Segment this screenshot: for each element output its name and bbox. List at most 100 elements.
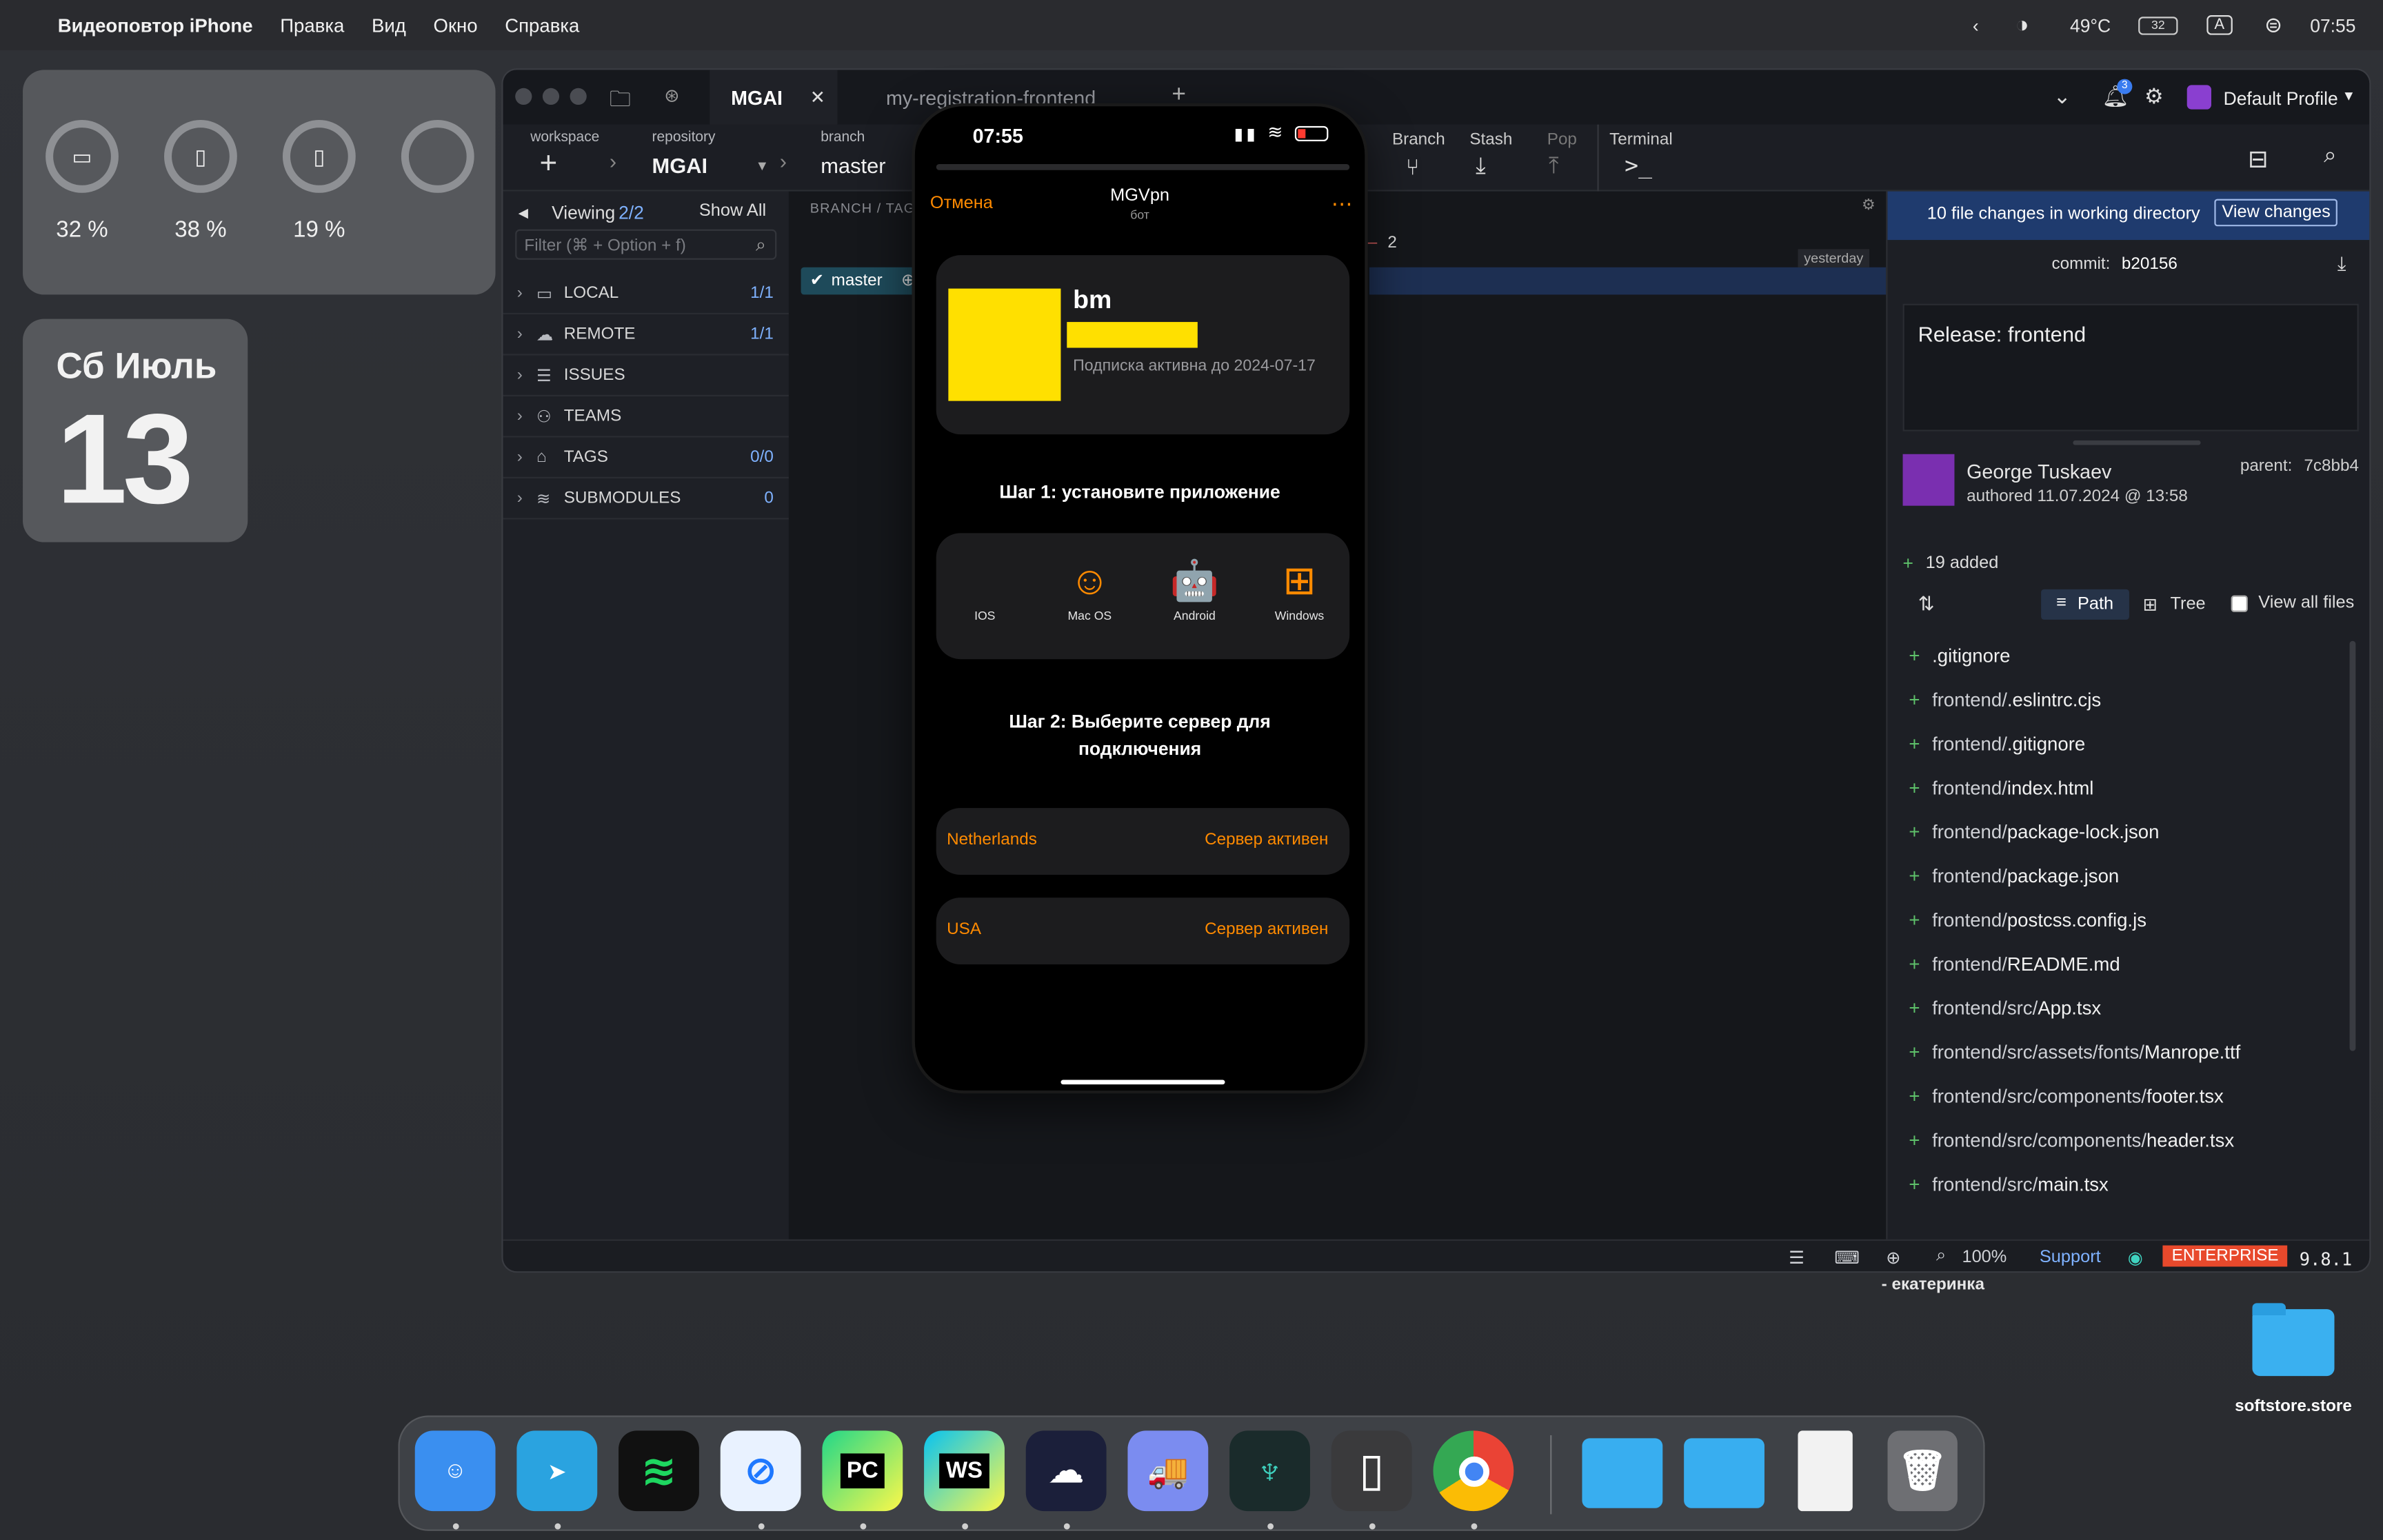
section-tags[interactable]: › ⌂ TAGS 0/0 xyxy=(503,438,789,479)
folder-icon[interactable] xyxy=(2252,1303,2335,1377)
folder-label[interactable]: softstore.store xyxy=(2204,1397,2383,1415)
stash-icon[interactable]: ⤓ xyxy=(1476,154,1486,179)
folder-icon[interactable] xyxy=(1684,1438,1764,1508)
workspace-icon[interactable]: ⊛ xyxy=(664,85,679,106)
sort-icon[interactable]: ⇅ xyxy=(1918,592,1935,616)
contrast-icon[interactable]: ◑ xyxy=(2015,0,2029,50)
back-icon[interactable]: ◂ xyxy=(519,201,528,225)
file-row[interactable]: + frontend/README.md xyxy=(1909,954,2120,975)
search-icon[interactable]: ⌕ xyxy=(2324,143,2337,168)
branch-button-label[interactable]: Branch xyxy=(1392,130,1445,148)
file-row[interactable]: + frontend/index.html xyxy=(1909,778,2093,799)
view-changes-button[interactable]: View changes xyxy=(2214,199,2338,227)
resize-handle[interactable] xyxy=(2073,440,2201,445)
menu-item-window[interactable]: Окно xyxy=(434,14,478,36)
tree-icon[interactable]: ⊞ xyxy=(2143,594,2158,615)
menu-item-view[interactable]: Вид xyxy=(372,14,406,36)
keyboard-icon[interactable]: ⌨ xyxy=(1834,1247,1860,1268)
commit-hash[interactable]: b20156 xyxy=(2122,255,2178,273)
file-row[interactable]: + frontend/.eslintrc.cjs xyxy=(1909,689,2101,711)
commit-message-box[interactable]: Release: frontend xyxy=(1902,303,2359,432)
close-tab-icon[interactable]: ✕ xyxy=(810,87,825,108)
chevron-left-icon[interactable]: ‹ xyxy=(1973,0,1979,50)
minimize-window-button[interactable] xyxy=(542,88,560,105)
server-row-netherlands[interactable]: Netherlands Сервер активен xyxy=(936,808,1350,875)
file-row[interactable]: + .gitignore xyxy=(1909,645,2010,667)
commit-row-selected[interactable] xyxy=(1369,267,1887,295)
file-row[interactable]: + frontend/package-lock.json xyxy=(1909,822,2159,843)
profile-avatar[interactable] xyxy=(2186,85,2211,110)
scrollbar[interactable] xyxy=(2349,640,2356,1051)
globe-icon[interactable]: ⊕ xyxy=(1886,1247,1900,1268)
caret-down-icon[interactable]: ▼ xyxy=(755,158,769,173)
input-source-icon[interactable]: A xyxy=(2206,0,2233,50)
section-issues[interactable]: › ☰ ISSUES xyxy=(503,356,789,397)
section-local[interactable]: › ▭ LOCAL 1/1 xyxy=(503,274,789,315)
transmit-icon[interactable]: 🚚 xyxy=(1127,1430,1209,1512)
section-remote[interactable]: › ☁ REMOTE 1/1 xyxy=(503,314,789,356)
iphone-mirroring-icon[interactable]: ▯ xyxy=(1331,1430,1412,1512)
zoom-level[interactable]: 100% xyxy=(1962,1248,2007,1266)
list-icon[interactable]: ☰ xyxy=(1789,1247,1804,1268)
add-workspace-icon[interactable]: + xyxy=(539,148,557,183)
view-all-files-checkbox[interactable] xyxy=(2231,595,2248,612)
trash-icon[interactable]: 🗑 xyxy=(1887,1430,1958,1512)
stash-button-label[interactable]: Stash xyxy=(1469,130,1512,148)
pop-button-label[interactable]: Pop xyxy=(1547,130,1577,148)
chrome-icon[interactable] xyxy=(1433,1430,1514,1512)
menubar-clock[interactable]: 07:55 xyxy=(2310,0,2355,50)
chevron-down-icon[interactable]: ⌄ xyxy=(2053,83,2071,109)
file-row[interactable]: + frontend/src/components/header.tsx xyxy=(1909,1130,2234,1151)
profile-selector[interactable]: Default Profile xyxy=(2224,88,2338,110)
branch-icon[interactable]: ⑂ xyxy=(1406,155,1420,181)
platform-android[interactable]: 🤖 Android xyxy=(1149,554,1240,623)
home-indicator[interactable] xyxy=(1060,1080,1225,1085)
zoom-window-button[interactable] xyxy=(570,88,587,105)
tab-mgai[interactable]: MGAI ✕ xyxy=(710,70,838,125)
webstorm-icon[interactable]: WS xyxy=(924,1430,1005,1512)
support-link[interactable]: Support xyxy=(2040,1248,2101,1266)
menu-item-edit[interactable]: Правка xyxy=(280,14,344,36)
calendar-widget[interactable]: Сб Июль 13 xyxy=(23,318,248,543)
platform-windows[interactable]: ⊞ Windows xyxy=(1254,554,1345,623)
app-menu[interactable]: Видеоповтор iPhone xyxy=(58,14,253,36)
repository-selector[interactable]: MGAI xyxy=(652,154,708,178)
parent-hash[interactable]: 7c8bb4 xyxy=(2304,457,2359,475)
caret-down-icon[interactable]: ▼ xyxy=(2342,88,2356,103)
section-teams[interactable]: › ⚇ TEAMS xyxy=(503,396,789,438)
gear-icon[interactable]: ⚙ xyxy=(2144,83,2164,109)
terminal-icon[interactable]: >_ xyxy=(1625,152,1652,179)
file-row[interactable]: + frontend/.gitignore xyxy=(1909,733,2085,755)
view-all-files-label[interactable]: View all files xyxy=(2258,594,2354,611)
show-all-button[interactable]: Show All xyxy=(699,202,766,220)
tree-view-tab[interactable]: Tree xyxy=(2170,596,2205,614)
file-row[interactable]: + frontend/src/main.tsx xyxy=(1909,1174,2108,1195)
download-icon[interactable]: ⤓ xyxy=(2337,252,2346,276)
gitkraken-icon[interactable]: ♆ xyxy=(1229,1430,1310,1512)
path-view-tab[interactable]: ≡ Path xyxy=(2041,589,2129,620)
cloud-terminal-icon[interactable]: ☁ xyxy=(1025,1430,1107,1512)
batteries-widget[interactable]: ▭ 32 % ▯ 38 % ▯ 19 % xyxy=(23,70,496,295)
telegram-icon[interactable]: ➤ xyxy=(516,1430,598,1512)
more-icon[interactable]: ⋯ xyxy=(1331,192,1353,217)
file-row[interactable]: + frontend/package.json xyxy=(1909,866,2119,887)
close-window-button[interactable] xyxy=(515,88,532,105)
branch-selector[interactable]: master xyxy=(821,154,885,178)
menu-item-help[interactable]: Справка xyxy=(505,14,579,36)
section-submodules[interactable]: › ≋ SUBMODULES 0 xyxy=(503,478,789,520)
file-row[interactable]: + frontend/postcss.config.js xyxy=(1909,910,2146,931)
folder-icon[interactable] xyxy=(1582,1438,1663,1508)
folder-icon[interactable]: 🗀 xyxy=(610,83,631,120)
platform-ios[interactable]: IOS xyxy=(939,554,1030,622)
document-icon[interactable] xyxy=(1798,1430,1853,1512)
filter-input[interactable]: Filter (⌘ + Option + f) ⌕ xyxy=(515,229,777,260)
file-row[interactable]: + frontend/src/assets/fonts/Manrope.ttf xyxy=(1909,1042,2240,1063)
battery-icon[interactable]: 32 xyxy=(2138,0,2178,50)
pop-icon[interactable]: ⤒ xyxy=(1549,154,1559,179)
platform-macos[interactable]: ☺ Mac OS xyxy=(1044,554,1135,623)
branch-chip-master[interactable]: ✔ master ⊕ xyxy=(801,267,920,295)
file-row[interactable]: + frontend/src/components/footer.tsx xyxy=(1909,1086,2223,1107)
terminal-button-label[interactable]: Terminal xyxy=(1609,130,1673,148)
spotify-icon[interactable]: ≋ xyxy=(619,1430,699,1512)
temperature[interactable]: 49°C xyxy=(2070,0,2111,50)
